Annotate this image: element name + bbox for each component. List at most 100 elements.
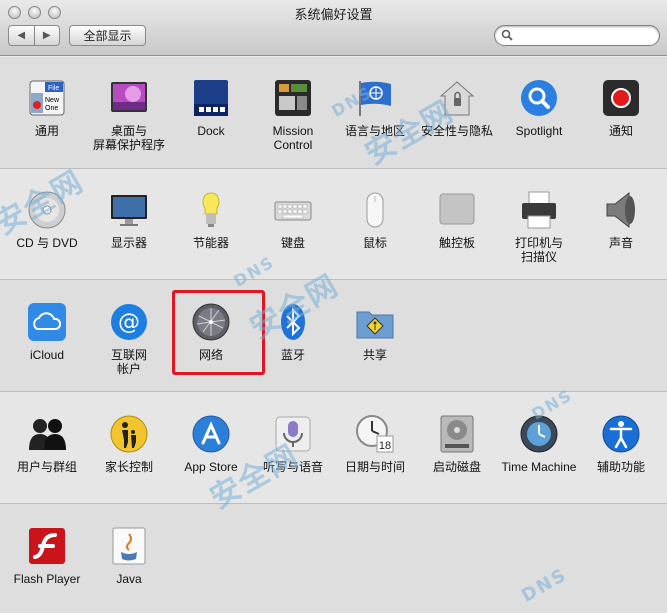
security-privacy-icon (439, 81, 475, 116)
network-highlight-box (172, 290, 265, 375)
startup-disk-icon (440, 415, 474, 453)
svg-text:@: @ (118, 310, 140, 335)
pref-item-printers[interactable]: 打印机与 扫描仪 (498, 190, 580, 264)
pref-item-accessibility[interactable]: 辅助功能 (580, 414, 662, 474)
forward-button[interactable]: ▶ (33, 26, 60, 45)
pref-item-parental[interactable]: 家长控制 (88, 414, 170, 474)
pref-item-date-time[interactable]: 18 日期与时间 (334, 414, 416, 474)
pref-label: 通知 (608, 124, 633, 138)
pref-label: 启动磁盘 (432, 460, 481, 474)
internet-accounts-icon: @ (111, 304, 147, 340)
pref-item-flash-player[interactable]: Flash Player (6, 526, 88, 586)
pref-item-dictation[interactable]: 听写与语音 (252, 414, 334, 474)
window-title: 系统偏好设置 (294, 7, 373, 22)
pref-item-sound[interactable]: 声音 (580, 190, 662, 250)
pref-label: Spotlight (515, 124, 563, 138)
app-store-icon (192, 415, 230, 453)
accessibility-icon (602, 415, 640, 453)
pref-item-energy[interactable]: 节能器 (170, 190, 252, 250)
pref-item-mouse[interactable]: 鼠标 (334, 190, 416, 250)
show-all-button[interactable]: 全部显示 (69, 25, 146, 46)
general-icon: File New One (29, 80, 65, 116)
pref-item-keyboard[interactable]: 键盘 (252, 190, 334, 250)
pref-item-sharing[interactable]: 共享 (334, 302, 416, 362)
pref-label: 共享 (362, 348, 387, 362)
pref-label: 通用 (34, 124, 59, 138)
pref-label: Java (116, 572, 142, 586)
sound-icon (606, 191, 635, 229)
trackpad-icon (439, 193, 475, 225)
pref-label: 辅助功能 (596, 460, 645, 474)
users-groups-icon (29, 419, 66, 450)
pref-item-icloud[interactable]: iCloud (6, 302, 88, 362)
pref-label: 显示器 (110, 236, 147, 250)
back-forward-control: ◀ ▶ (8, 25, 60, 46)
pref-label: 听写与语音 (262, 460, 323, 474)
parental-controls-icon (110, 415, 148, 453)
pref-item-desktop[interactable]: 桌面与 屏幕保护程序 (88, 78, 170, 152)
desktop-screensaver-icon (111, 82, 147, 112)
pref-label: 键盘 (280, 236, 305, 250)
pref-label: CD 与 DVD (16, 236, 78, 250)
pref-label: 节能器 (192, 236, 229, 250)
date-day-text: 18 (379, 440, 391, 452)
pref-item-general[interactable]: File New One 通用 (6, 78, 88, 138)
chevron-right-icon: ▶ (42, 30, 51, 41)
pref-label: iCloud (29, 348, 65, 362)
bluetooth-icon (281, 304, 305, 340)
java-icon (112, 527, 146, 565)
pref-label: 触控板 (438, 236, 475, 250)
pref-label: Flash Player (13, 572, 81, 586)
pref-label: 声音 (608, 236, 633, 250)
pref-item-internet-accounts[interactable]: @ 互联网 帐户 (88, 302, 170, 376)
energy-saver-icon (202, 192, 220, 227)
pref-item-dock[interactable]: Dock (170, 78, 252, 138)
pref-item-java[interactable]: Java (88, 526, 170, 586)
pref-label: 家长控制 (104, 460, 153, 474)
pref-label: 语言与地区 (344, 124, 405, 138)
pref-item-spotlight[interactable]: Spotlight (498, 78, 580, 138)
pref-item-language[interactable]: 语言与地区 (334, 78, 416, 138)
pref-label: Time Machine (501, 460, 577, 474)
general-one-text: One (45, 105, 58, 112)
flash-player-icon (29, 528, 65, 564)
printer-icon (522, 191, 556, 229)
language-region-icon (359, 81, 391, 116)
general-new-text: New (45, 97, 60, 104)
pref-item-startup-disk[interactable]: 启动磁盘 (416, 414, 498, 474)
pref-item-trackpad[interactable]: 触控板 (416, 190, 498, 250)
back-button[interactable]: ◀ (9, 26, 34, 45)
pref-item-mission-control[interactable]: Mission Control (252, 78, 334, 152)
pref-label: Mission Control (272, 124, 314, 152)
pref-label: 桌面与 屏幕保护程序 (92, 124, 165, 152)
chevron-left-icon: ◀ (17, 30, 26, 41)
mouse-icon (366, 192, 384, 228)
pref-label: 日期与时间 (344, 460, 405, 474)
pref-label: 鼠标 (362, 236, 387, 250)
pref-item-app-store[interactable]: App Store (170, 414, 252, 474)
pref-item-time-machine[interactable]: Time Machine (498, 414, 580, 474)
pref-label: 安全性与隐私 (420, 124, 493, 138)
pref-item-users[interactable]: 用户与群组 (6, 414, 88, 474)
pref-label: 用户与群组 (16, 460, 77, 474)
dictation-speech-icon (275, 416, 311, 452)
pref-label: Dock (197, 124, 225, 138)
pref-item-security[interactable]: 安全性与隐私 (416, 78, 498, 138)
keyboard-icon (274, 201, 312, 221)
sharing-icon (356, 311, 394, 339)
pref-label: 打印机与 扫描仪 (514, 236, 563, 264)
general-file-text: File (48, 85, 59, 92)
icloud-icon (28, 303, 66, 341)
displays-icon (111, 195, 147, 226)
spotlight-icon (521, 80, 557, 116)
pref-label: 互联网 帐户 (110, 348, 147, 376)
window-toolbar: 系统偏好设置 ◀ ▶ 全部显示 (0, 0, 667, 56)
pref-item-cd-dvd[interactable]: CD 与 DVD (6, 190, 88, 250)
pref-item-notifications[interactable]: 通知 (580, 78, 662, 138)
time-machine-icon (520, 415, 558, 453)
search-icon (501, 29, 513, 41)
search-input[interactable] (494, 25, 660, 46)
pref-item-displays[interactable]: 显示器 (88, 190, 170, 250)
date-time-icon: 18 (356, 415, 394, 453)
dock-icon (194, 80, 228, 116)
